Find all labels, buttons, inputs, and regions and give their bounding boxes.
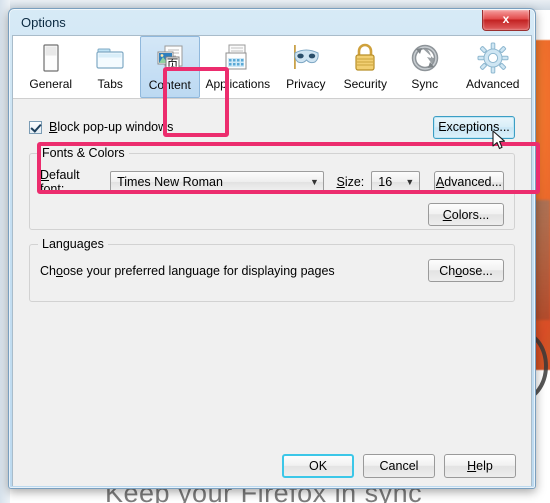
help-accelerator: H bbox=[467, 459, 477, 473]
tab-applications-label: Applications bbox=[205, 77, 271, 91]
languages-description-accelerator: o bbox=[55, 263, 63, 278]
help-rest: elp bbox=[476, 459, 493, 473]
tab-sync-label: Sync bbox=[411, 77, 439, 91]
tab-tabs-label: Tabs bbox=[97, 77, 123, 91]
dialog-button-bar: OK Cancel Help bbox=[13, 454, 531, 478]
tab-content[interactable]: 页 Content bbox=[139, 36, 200, 98]
default-font-label-accelerator: D bbox=[40, 168, 50, 182]
languages-description-b: ose your preferred language for displayi… bbox=[62, 263, 335, 278]
applications-icon bbox=[221, 41, 255, 75]
colors-row: Colors... bbox=[40, 203, 504, 226]
tab-privacy-label: Privacy bbox=[286, 77, 326, 91]
block-popups-label: Block pop-up windows bbox=[49, 120, 173, 134]
tab-content-label: Content bbox=[148, 78, 191, 92]
fonts-advanced-button[interactable]: Advanced... bbox=[433, 170, 504, 194]
tab-advanced-label: Advanced bbox=[466, 77, 520, 91]
block-popups-checkbox[interactable] bbox=[29, 120, 42, 134]
options-dialog: Options x General Tabs 页 Content Applica… bbox=[8, 8, 540, 489]
colors-button[interactable]: Colors... bbox=[428, 203, 504, 226]
tab-advanced[interactable]: Advanced bbox=[455, 36, 531, 98]
close-icon[interactable]: x bbox=[482, 10, 530, 31]
padlock-icon bbox=[348, 41, 382, 75]
default-font-row: Default font: Times New Roman ▼ Size: 16… bbox=[40, 168, 504, 196]
tab-general[interactable]: General bbox=[21, 36, 80, 98]
choose-language-button[interactable]: Choose... bbox=[428, 259, 504, 282]
colors-accelerator: C bbox=[442, 207, 452, 222]
help-button[interactable]: Help bbox=[444, 454, 516, 478]
fonts-and-colors-group: Fonts & Colors Default font: Times New R… bbox=[29, 146, 515, 230]
window-title: Options bbox=[21, 15, 66, 30]
content-settings-panel: Block pop-up windows Exceptions... Fonts… bbox=[13, 99, 531, 486]
font-size-dropdown[interactable]: 16 ▼ bbox=[371, 171, 420, 193]
dialog-titlebar: Options x bbox=[12, 10, 532, 35]
choose-label-a: Ch bbox=[439, 263, 456, 278]
popup-blocker-row: Block pop-up windows Exceptions... bbox=[29, 113, 515, 141]
tab-applications[interactable]: Applications bbox=[200, 36, 276, 98]
browser-window-icon bbox=[34, 41, 68, 75]
choose-label-b: ose... bbox=[462, 263, 493, 278]
languages-row: Choose your preferred language for displ… bbox=[40, 259, 504, 282]
gear-icon bbox=[476, 41, 510, 75]
colors-rest: olors... bbox=[451, 207, 490, 222]
content-page-icon: 页 bbox=[153, 42, 187, 76]
fonts-and-colors-group-title: Fonts & Colors bbox=[38, 146, 129, 160]
tab-security[interactable]: Security bbox=[336, 36, 395, 98]
fonts-advanced-accelerator: A bbox=[435, 175, 445, 189]
font-size-label-accelerator: S bbox=[336, 175, 345, 189]
font-size-value: 16 bbox=[378, 175, 393, 189]
fonts-advanced-rest: dvanced... bbox=[444, 175, 502, 189]
exceptions-button[interactable]: Exceptions... bbox=[433, 115, 515, 139]
languages-group-title: Languages bbox=[38, 237, 108, 251]
default-font-value: Times New Roman bbox=[117, 175, 223, 189]
font-size-label: Size: bbox=[336, 175, 364, 189]
cancel-button[interactable]: Cancel bbox=[363, 454, 435, 478]
tab-tabs[interactable]: Tabs bbox=[80, 36, 139, 98]
default-font-dropdown[interactable]: Times New Roman ▼ bbox=[110, 171, 325, 193]
font-size-label-rest: ize: bbox=[344, 175, 365, 189]
chevron-down-icon: ▼ bbox=[405, 176, 415, 187]
options-tabstrip: General Tabs 页 Content Applications Priv… bbox=[13, 36, 531, 99]
languages-description-a: Ch bbox=[40, 263, 56, 278]
ok-button[interactable]: OK bbox=[282, 454, 354, 478]
tab-privacy[interactable]: Privacy bbox=[276, 36, 335, 98]
mask-icon bbox=[289, 41, 323, 75]
block-popups-label-rest: lock pop-up windows bbox=[57, 120, 174, 134]
default-font-label: Default font: bbox=[40, 168, 102, 196]
svg-text:页: 页 bbox=[166, 57, 178, 71]
tabs-folder-icon bbox=[93, 41, 127, 75]
chevron-down-icon: ▼ bbox=[310, 176, 319, 187]
tab-general-label: General bbox=[29, 77, 73, 91]
languages-description: Choose your preferred language for displ… bbox=[40, 264, 335, 278]
dialog-client-area: General Tabs 页 Content Applications Priv… bbox=[12, 35, 540, 486]
tab-sync[interactable]: Sync bbox=[395, 36, 454, 98]
sync-arrows-icon bbox=[408, 41, 442, 75]
languages-group: Languages Choose your preferred language… bbox=[29, 237, 515, 302]
tab-security-label: Security bbox=[343, 77, 387, 91]
